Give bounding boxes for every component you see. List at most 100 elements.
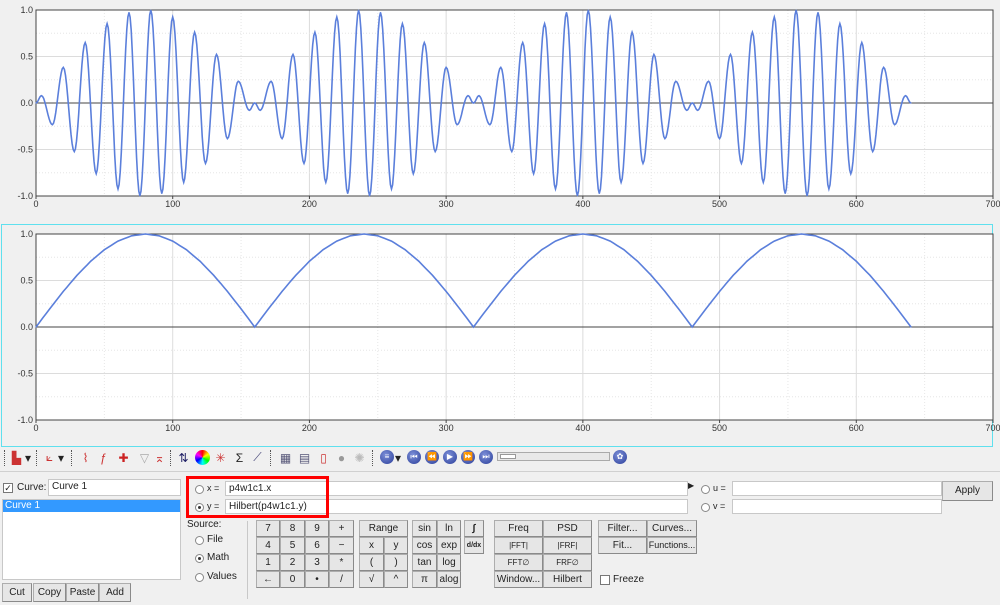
- u-radio[interactable]: [701, 485, 710, 494]
- u-expression-input[interactable]: [732, 481, 942, 496]
- slider-handle[interactable]: [500, 454, 516, 459]
- copy-button[interactable]: Copy: [33, 583, 66, 602]
- filter-icon[interactable]: ▽: [137, 450, 152, 465]
- log-button[interactable]: log: [437, 554, 461, 571]
- cursor-icon[interactable]: ⇅: [176, 450, 191, 465]
- fit-button[interactable]: Fit...: [598, 537, 647, 554]
- apply-button[interactable]: Apply: [942, 481, 993, 501]
- freeze-checkbox[interactable]: [600, 575, 610, 585]
- keypad-button[interactable]: 5: [280, 537, 305, 554]
- fft-phase-button[interactable]: FFT∅: [494, 554, 543, 571]
- lparen-button[interactable]: (: [359, 554, 384, 571]
- keypad-button[interactable]: 0: [280, 571, 305, 588]
- v-expression-input[interactable]: [732, 499, 942, 514]
- dropdown-arrow-icon[interactable]: ▾: [24, 450, 32, 465]
- source-file-radio[interactable]: [195, 536, 204, 545]
- sqrt-button[interactable]: √: [359, 571, 384, 588]
- keypad-button[interactable]: −: [329, 537, 354, 554]
- curve-fx-icon[interactable]: ƒ: [96, 450, 111, 465]
- integral-button[interactable]: ∫: [464, 520, 484, 537]
- sin-button[interactable]: sin: [412, 520, 437, 537]
- x-tick-label: 500: [712, 199, 727, 209]
- data-point: [732, 274, 734, 276]
- derivative-button[interactable]: d/dx: [464, 537, 484, 554]
- v-radio[interactable]: [701, 503, 710, 512]
- peak-icon[interactable]: ⌅: [152, 450, 167, 465]
- bottom-plot[interactable]: 0 100 200 300 400 500 600 700 -1.0 -0.5 0.0 0.5 1.0: [0, 224, 1000, 439]
- range-button[interactable]: Range: [359, 520, 408, 537]
- curve-calc-icon[interactable]: ⌇: [78, 450, 93, 465]
- trend-icon[interactable]: ⟋: [250, 450, 265, 465]
- top-plot[interactable]: 0 100 200 300 400 500 600 700 -1.0 -0.5 0.0 0.5 1.0: [0, 0, 1000, 215]
- keypad-button[interactable]: ←: [256, 571, 280, 588]
- add-curve-icon[interactable]: ✚: [116, 450, 131, 465]
- alog-button[interactable]: alog: [437, 571, 461, 588]
- curve-list[interactable]: Curve 1: [2, 499, 181, 580]
- layout-icon[interactable]: ▤: [297, 450, 312, 465]
- functions-button[interactable]: Functions...: [647, 537, 697, 554]
- play-icon[interactable]: ▶: [443, 450, 457, 464]
- crosshair-icon[interactable]: ✳: [213, 450, 228, 465]
- filter-button[interactable]: Filter...: [598, 520, 647, 537]
- exp-button[interactable]: exp: [437, 537, 461, 554]
- keypad-button[interactable]: 2: [280, 554, 305, 571]
- keypad-button[interactable]: /: [329, 571, 354, 588]
- curves-button[interactable]: Curves...: [647, 520, 697, 537]
- window-button[interactable]: Window...: [494, 571, 543, 588]
- ln-button[interactable]: ln: [437, 520, 461, 537]
- hilbert-button[interactable]: Hilbert: [543, 571, 592, 588]
- source-label: Source:: [187, 519, 222, 530]
- add-button[interactable]: Add: [99, 583, 131, 602]
- power-button[interactable]: ^: [384, 571, 408, 588]
- keypad-button[interactable]: +: [329, 520, 354, 537]
- fft-button[interactable]: |FFT|: [494, 537, 543, 554]
- frf-phase-button[interactable]: FRF∅: [543, 554, 592, 571]
- cut-button[interactable]: Cut: [2, 583, 32, 602]
- keypad-button[interactable]: 8: [280, 520, 305, 537]
- source-values-radio[interactable]: [195, 573, 204, 582]
- sum-icon[interactable]: Σ: [232, 450, 247, 465]
- keypad-button[interactable]: •: [305, 571, 329, 588]
- dropdown-arrow-icon[interactable]: ▾: [57, 450, 65, 465]
- grid-icon[interactable]: ▦: [278, 450, 293, 465]
- plot-type-icon[interactable]: ▙: [9, 450, 24, 465]
- list-item[interactable]: Curve 1: [3, 500, 180, 512]
- fast-forward-icon[interactable]: ⏩: [461, 450, 475, 464]
- settings-icon[interactable]: ✺: [352, 450, 367, 465]
- animation-slider[interactable]: [497, 452, 610, 461]
- expand-arrow-icon[interactable]: ▶: [688, 481, 694, 490]
- keypad-button[interactable]: *: [329, 554, 354, 571]
- first-frame-icon[interactable]: ⏮: [407, 450, 421, 464]
- keypad-button[interactable]: 7: [256, 520, 280, 537]
- animation-mode-icon[interactable]: ≡: [380, 450, 394, 464]
- source-math-radio[interactable]: [195, 554, 204, 563]
- rewind-icon[interactable]: ⏪: [425, 450, 439, 464]
- dropdown-arrow-icon[interactable]: ▾: [394, 450, 402, 465]
- keypad-button[interactable]: 3: [305, 554, 329, 571]
- cos-button[interactable]: cos: [412, 537, 437, 554]
- x-button[interactable]: x: [359, 537, 384, 554]
- curve-name-input[interactable]: Curve 1: [48, 479, 181, 496]
- keypad-button[interactable]: 9: [305, 520, 329, 537]
- keypad-button[interactable]: 4: [256, 537, 280, 554]
- psd-button[interactable]: PSD: [543, 520, 592, 537]
- color-icon[interactable]: [195, 450, 210, 465]
- comment-icon[interactable]: ●: [334, 450, 349, 465]
- tan-button[interactable]: tan: [412, 554, 437, 571]
- keypad-button[interactable]: 1: [256, 554, 280, 571]
- data-point: [893, 124, 896, 126]
- data-point: [35, 102, 37, 104]
- animation-settings-icon[interactable]: ✿: [613, 450, 627, 464]
- y-button[interactable]: y: [384, 537, 408, 554]
- curve-visible-checkbox[interactable]: ✓: [3, 483, 13, 493]
- data-point: [248, 109, 250, 111]
- freq-button[interactable]: Freq: [494, 520, 543, 537]
- pi-button[interactable]: π: [412, 571, 437, 588]
- axis-icon[interactable]: ⟀: [42, 450, 57, 465]
- keypad-button[interactable]: 6: [305, 537, 329, 554]
- rparen-button[interactable]: ): [384, 554, 408, 571]
- page-icon[interactable]: ▯: [316, 450, 331, 465]
- frf-button[interactable]: |FRF|: [543, 537, 592, 554]
- last-frame-icon[interactable]: ⏭: [479, 450, 493, 464]
- paste-button[interactable]: Paste: [66, 583, 99, 602]
